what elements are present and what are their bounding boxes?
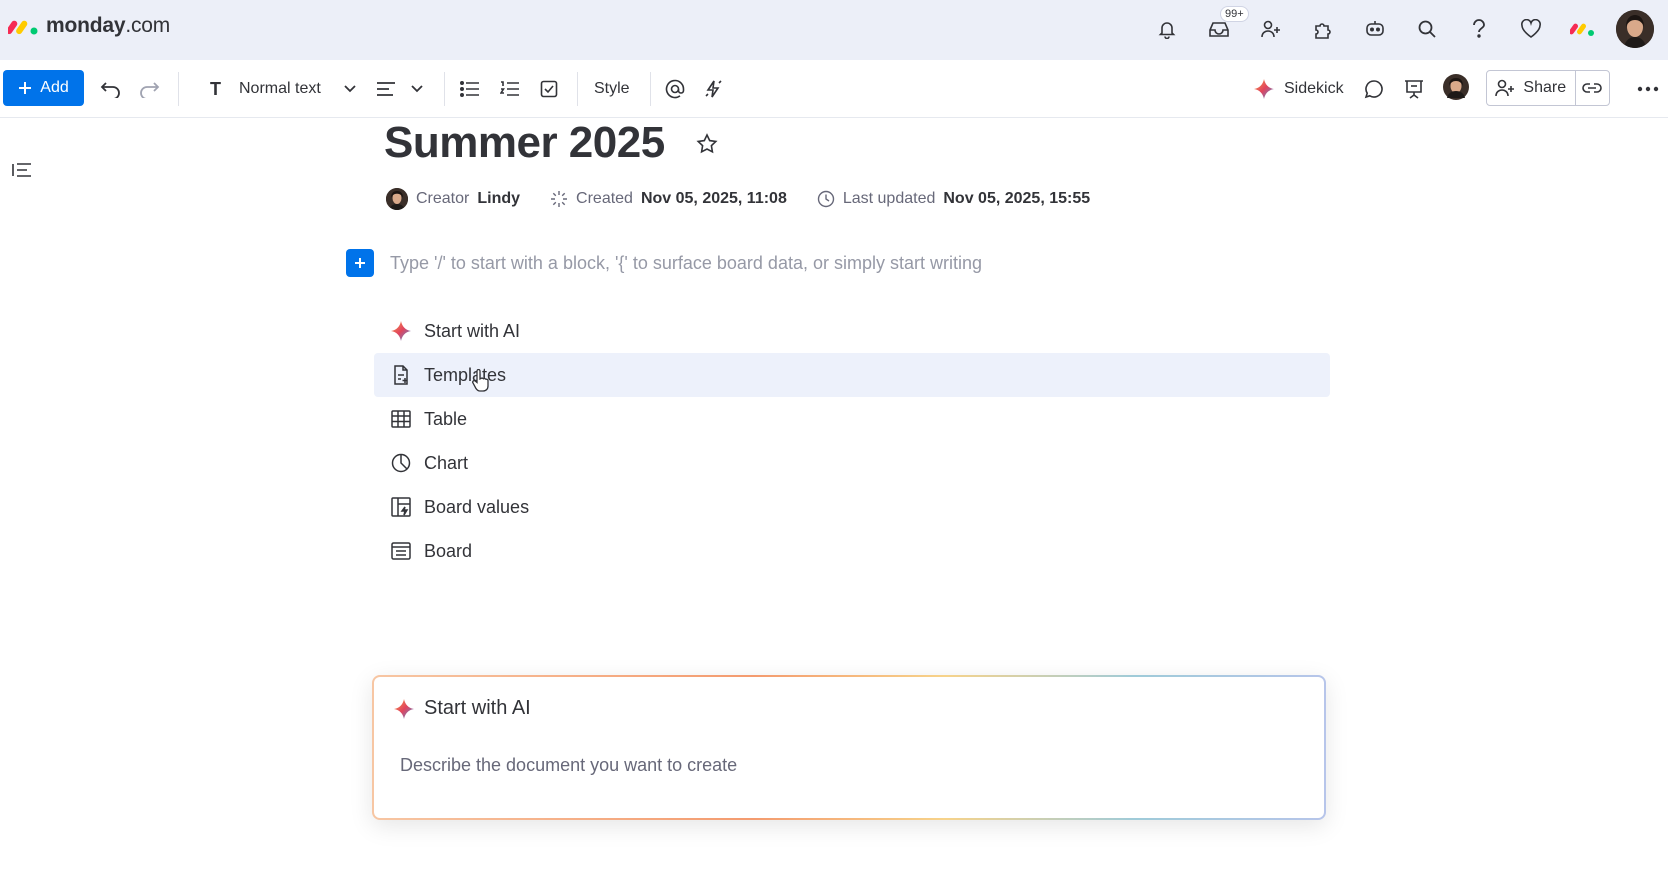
table-icon [390, 408, 412, 430]
toolbar-divider [444, 72, 445, 106]
star-icon[interactable] [696, 133, 718, 160]
more-options-icon[interactable] [1637, 74, 1659, 104]
created-info: Created Nov 05, 2025, 11:08 [550, 190, 787, 208]
creator-info: Creator Lindy [386, 188, 520, 210]
mention-icon[interactable] [665, 74, 685, 104]
block-menu: Start with AI Templates Table Chart Boar… [374, 309, 1330, 573]
present-icon[interactable] [1404, 74, 1424, 104]
top-bar: monday.com 99+ [0, 0, 1668, 60]
toolbar-divider [178, 72, 179, 106]
board-values-icon [390, 496, 412, 518]
creator-name: Lindy [477, 190, 521, 207]
updated-value: Nov 05, 2025, 15:55 [943, 190, 1091, 207]
redo-icon[interactable] [138, 74, 160, 104]
inbox-badge: 99+ [1220, 6, 1249, 22]
hand-cursor-icon [471, 368, 491, 398]
ai-prompt-input[interactable]: Describe the document you want to create [400, 755, 737, 776]
editor-placeholder[interactable]: Type '/' to start with a block, '{' to s… [390, 253, 982, 274]
share-button[interactable]: Share [1487, 71, 1576, 105]
menu-item-table[interactable]: Table [374, 397, 1330, 441]
monday-logo-icon [6, 15, 40, 37]
outline-toggle-icon[interactable] [12, 162, 32, 183]
heart-icon[interactable] [1512, 10, 1550, 48]
plus-icon [19, 82, 32, 94]
user-avatar[interactable] [1616, 10, 1654, 48]
updated-label: Last updated [842, 190, 936, 207]
text-style-dropdown[interactable]: T Normal text [210, 74, 357, 104]
clock-icon [817, 190, 835, 208]
sparkle-icon [1254, 79, 1274, 99]
add-block-button[interactable] [346, 249, 374, 277]
doc-title[interactable]: Summer 2025 [384, 118, 665, 168]
undo-icon[interactable] [100, 74, 122, 104]
share-button-group: Share [1486, 70, 1610, 106]
add-button[interactable]: Add [3, 70, 84, 106]
toolbar-divider [650, 72, 651, 106]
updated-info: Last updated Nov 05, 2025, 15:55 [817, 190, 1090, 208]
text-type-icon: T [210, 78, 221, 99]
plus-icon [355, 258, 365, 268]
menu-item-board-values[interactable]: Board values [374, 485, 1330, 529]
sparkle-icon [394, 698, 414, 719]
monday-logo[interactable]: monday.com [6, 14, 171, 38]
menu-item-start-with-ai[interactable]: Start with AI [374, 309, 1330, 353]
menu-item-label: Start with AI [424, 320, 521, 341]
menu-item-label: Board values [424, 496, 530, 517]
editor-toolbar: Add T Normal text Style Sidekick Share [0, 60, 1668, 118]
top-icons: 99+ [1148, 6, 1654, 48]
sparkle-icon [390, 320, 412, 342]
chevron-down-icon [344, 85, 356, 93]
text-style-label: Normal text [239, 80, 321, 97]
doc-meta: Creator Lindy Created Nov 05, 2025, 11:0… [386, 188, 1120, 210]
inbox-icon[interactable]: 99+ [1200, 6, 1249, 48]
share-label: Share [1523, 79, 1567, 96]
creator-label: Creator [416, 190, 470, 207]
ai-card-title: Start with AI [394, 697, 531, 720]
menu-item-chart[interactable]: Chart [374, 441, 1330, 485]
add-button-label: Add [40, 79, 69, 96]
created-label: Created [576, 190, 633, 207]
search-icon[interactable] [1408, 10, 1446, 48]
menu-item-label: Templates [424, 364, 507, 385]
ai-card-title-label: Start with AI [424, 697, 531, 719]
align-left-icon [377, 82, 395, 96]
collaborator-avatar[interactable] [1443, 72, 1469, 102]
style-button[interactable]: Style [594, 74, 630, 104]
ai-bot-icon[interactable] [1356, 10, 1394, 48]
chart-icon [390, 452, 412, 474]
board-icon [390, 540, 412, 562]
menu-item-label: Table [424, 408, 468, 429]
menu-item-label: Chart [424, 452, 469, 473]
automation-bolt-icon[interactable] [703, 74, 723, 104]
copy-link-icon[interactable] [1576, 71, 1609, 105]
creator-avatar [386, 188, 408, 210]
sidekick-button[interactable]: Sidekick [1254, 74, 1344, 104]
toolbar-divider [577, 72, 578, 106]
help-icon[interactable] [1460, 10, 1498, 48]
add-person-icon [1495, 79, 1515, 97]
numbered-list-icon[interactable] [500, 74, 520, 104]
comment-icon[interactable] [1364, 74, 1384, 104]
checklist-icon[interactable] [540, 74, 558, 104]
apps-puzzle-icon[interactable] [1304, 10, 1342, 48]
created-value: Nov 05, 2025, 11:08 [640, 190, 787, 207]
sidekick-label: Sidekick [1284, 80, 1344, 97]
menu-item-board[interactable]: Board [374, 529, 1330, 573]
chevron-down-icon [411, 85, 423, 93]
menu-item-templates[interactable]: Templates [374, 353, 1330, 397]
logo-text: monday.com [46, 14, 171, 37]
menu-item-label: Board [424, 540, 473, 561]
start-with-ai-card: Start with AI Describe the document you … [372, 675, 1326, 820]
alignment-dropdown[interactable] [376, 74, 424, 104]
bullet-list-icon[interactable] [460, 74, 480, 104]
invite-user-icon[interactable] [1252, 10, 1290, 48]
template-icon [390, 364, 412, 386]
monday-products-icon[interactable] [1564, 10, 1602, 48]
created-sparkle-icon [551, 191, 568, 207]
bell-icon[interactable] [1148, 10, 1186, 48]
